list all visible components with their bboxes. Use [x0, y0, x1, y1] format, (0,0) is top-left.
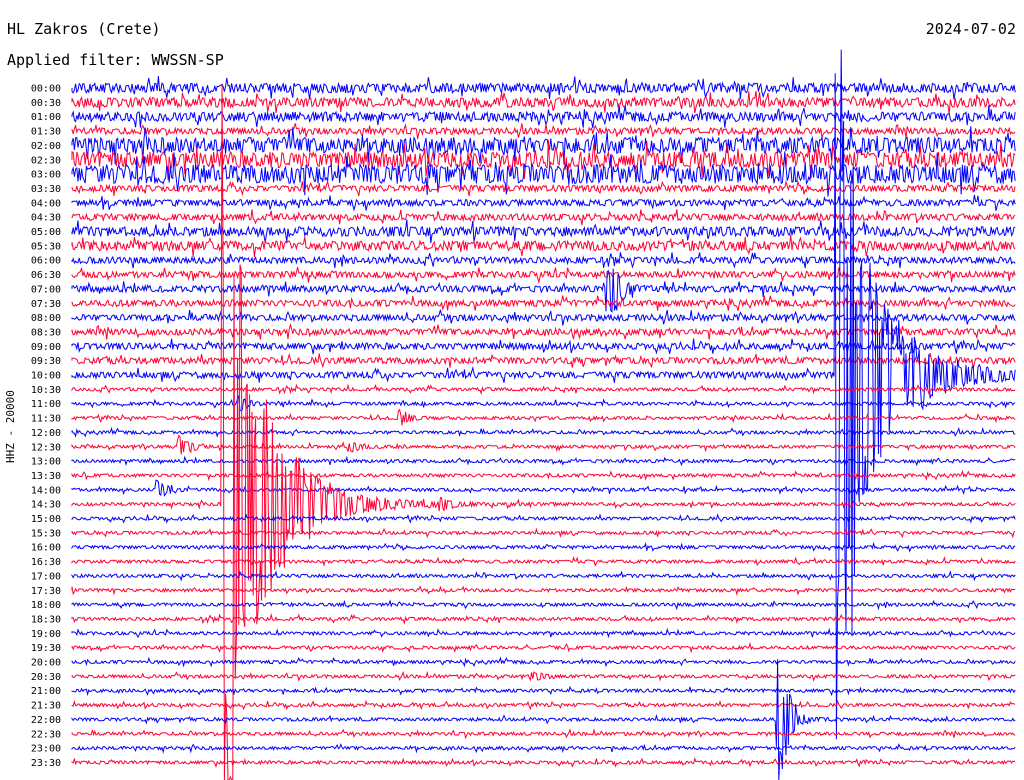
time-tick-06-00: 06:00 [31, 256, 61, 267]
time-tick-12-00: 12:00 [31, 428, 61, 439]
trace-17-00 [71, 570, 1016, 582]
time-tick-09-00: 09:00 [31, 342, 61, 353]
time-tick-21-00: 21:00 [31, 686, 61, 697]
trace-01-30 [71, 123, 1016, 140]
time-tick-15-30: 15:30 [31, 528, 61, 539]
time-tick-08-00: 08:00 [31, 313, 61, 324]
seismic-traces [71, 49, 1016, 780]
time-tick-18-00: 18:00 [31, 600, 61, 611]
time-tick-10-00: 10:00 [31, 371, 61, 382]
trace-16-30 [71, 555, 1016, 568]
trace-05-30 [71, 235, 1016, 258]
time-tick-13-00: 13:00 [31, 457, 61, 468]
time-tick-17-00: 17:00 [31, 571, 61, 582]
trace-00-30 [71, 90, 1016, 114]
time-tick-11-30: 11:30 [31, 414, 61, 425]
time-tick-03-30: 03:30 [31, 184, 61, 195]
time-tick-04-30: 04:30 [31, 213, 61, 224]
time-tick-19-30: 19:30 [31, 643, 61, 654]
trace-23-00 [71, 742, 1016, 754]
time-tick-01-00: 01:00 [31, 112, 61, 123]
time-tick-18-30: 18:30 [31, 614, 61, 625]
trace-06-30 [71, 266, 1016, 285]
time-tick-00-30: 00:30 [31, 98, 61, 109]
trace-04-30 [71, 209, 1016, 226]
time-tick-04-00: 04:00 [31, 198, 61, 209]
time-tick-21-30: 21:30 [31, 701, 61, 712]
trace-21-30 [71, 699, 1016, 711]
time-tick-17-30: 17:30 [31, 586, 61, 597]
time-tick-05-30: 05:30 [31, 241, 61, 252]
time-tick-23-00: 23:00 [31, 744, 61, 755]
time-tick-23-30: 23:30 [31, 758, 61, 769]
trace-23-30 [71, 757, 1016, 768]
trace-13-30 [71, 469, 1016, 482]
time-tick-10-30: 10:30 [31, 385, 61, 396]
trace-11-00 [71, 394, 1016, 412]
time-tick-08-30: 08:30 [31, 327, 61, 338]
trace-08-00 [71, 309, 1016, 326]
trace-10-30 [71, 383, 1016, 396]
time-tick-09-30: 09:30 [31, 356, 61, 367]
trace-06-00 [71, 252, 1016, 269]
time-tick-19-00: 19:00 [31, 629, 61, 640]
trace-20-30 [71, 670, 1016, 682]
helicorder-plot: 00:00 00:30 01:00 01:30 02:00 02:30 03:00 03:30… [31, 49, 1016, 780]
time-tick-03-00: 03:00 [31, 170, 61, 181]
trace-18-30 [71, 613, 1016, 625]
time-tick-20-00: 20:00 [31, 658, 61, 669]
time-tick-02-00: 02:00 [31, 141, 61, 152]
time-tick-22-30: 22:30 [31, 729, 61, 740]
trace-16-00 [71, 541, 1016, 553]
time-tick-01-30: 01:30 [31, 127, 61, 138]
time-tick-16-30: 16:30 [31, 557, 61, 568]
time-tick-00-00: 00:00 [31, 84, 61, 95]
time-tick-07-30: 07:30 [31, 299, 61, 310]
trace-19-30 [71, 641, 1016, 654]
time-tick-02-30: 02:30 [31, 155, 61, 166]
time-tick-15-00: 15:00 [31, 514, 61, 525]
trace-15-30 [71, 527, 1016, 539]
time-tick-14-30: 14:30 [31, 500, 61, 511]
trace-01-00 [71, 105, 1016, 129]
time-tick-labels: 00:00 00:30 01:00 01:30 02:00 02:30 03:00 03:30… [31, 84, 61, 769]
trace-09-30 [71, 352, 1016, 369]
trace-00-00 [71, 76, 1016, 100]
time-tick-05-00: 05:00 [31, 227, 61, 238]
trace-02-30 [71, 140, 1016, 180]
trace-09-00 [71, 338, 1016, 355]
trace-17-30 [71, 585, 1016, 596]
time-tick-22-00: 22:00 [31, 715, 61, 726]
trace-08-30 [71, 322, 1016, 340]
trace-04-00 [71, 194, 1016, 212]
trace-18-00 [71, 599, 1016, 611]
trace-07-30 [71, 295, 1016, 311]
time-tick-07-00: 07:00 [31, 284, 61, 295]
time-tick-20-30: 20:30 [31, 672, 61, 683]
time-tick-16-00: 16:00 [31, 543, 61, 554]
time-tick-06-30: 06:30 [31, 270, 61, 281]
time-tick-13-30: 13:30 [31, 471, 61, 482]
trace-20-00 [71, 656, 1016, 668]
trace-19-00 [71, 627, 1016, 639]
trace-03-30 [71, 179, 1016, 197]
time-tick-12-30: 12:30 [31, 442, 61, 453]
time-tick-14-00: 14:00 [31, 485, 61, 496]
time-tick-11-00: 11:00 [31, 399, 61, 410]
trace-15-00 [71, 513, 1016, 524]
trace-14-00 [71, 479, 1016, 497]
trace-22-30 [71, 728, 1016, 740]
trace-21-00 [71, 685, 1016, 697]
